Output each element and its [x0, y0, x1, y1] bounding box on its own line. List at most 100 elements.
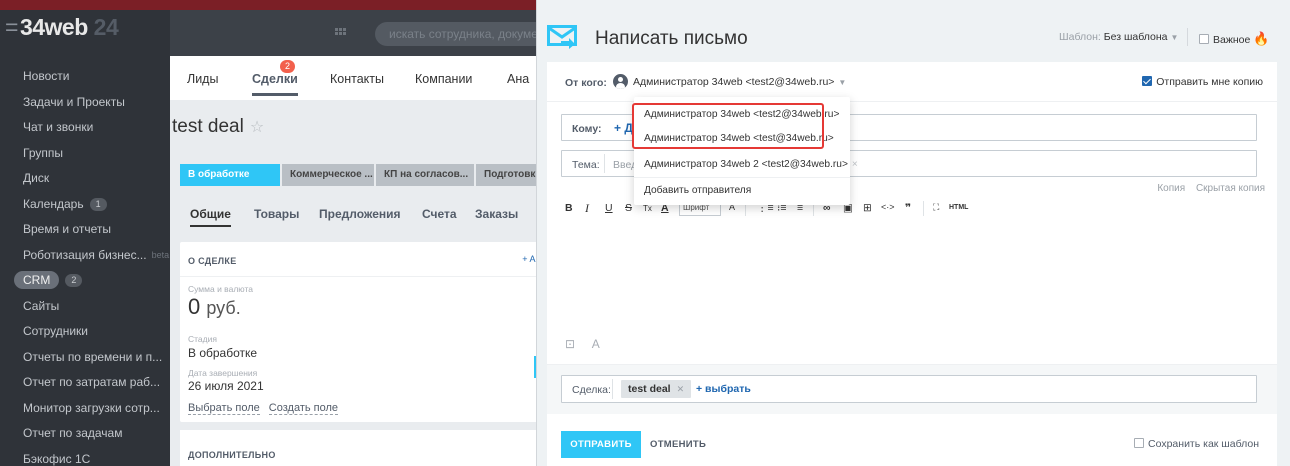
editor-bottom-icons: ⊡ A — [565, 337, 614, 351]
sidebar-item-groups[interactable]: Группы — [0, 141, 170, 167]
select-field-link[interactable]: Выбрать поле — [188, 402, 260, 415]
global-search-input[interactable]: искать сотрудника, документ, прочее... — [375, 22, 542, 46]
sidebar-nav: Новости Задачи и Проекты Чат и звонки Гр… — [0, 64, 170, 466]
highlight-frame — [632, 103, 824, 149]
sidebar-item-cost-report[interactable]: Отчет по затратам раб... — [0, 370, 170, 396]
crm-count-badge: 2 — [65, 274, 83, 288]
choose-link[interactable]: + выбрать — [696, 383, 751, 395]
stage-preparation[interactable]: Подготовк — [476, 164, 542, 186]
stage-proposal[interactable]: КП на согласов... — [376, 164, 474, 186]
save-template-checkbox-box[interactable] — [1134, 438, 1145, 448]
important-checkbox[interactable]: Важное 🔥 — [1199, 31, 1269, 47]
send-copy-checkbox-box[interactable] — [1142, 76, 1153, 86]
deal-sub-tabs: Общие Товары Предложения Счета Заказы — [170, 201, 542, 231]
attach-icon[interactable]: ⊡ — [565, 337, 575, 351]
logo[interactable]: =34web 24 — [5, 14, 119, 41]
sidebar-item-robotization[interactable]: Роботизация бизнес... beta — [0, 243, 170, 269]
top-header: искать сотрудника, документ, прочее... — [170, 0, 542, 56]
deals-count-badge: 2 — [280, 60, 296, 73]
top-stripe-mid — [170, 0, 542, 10]
fullscreen-icon[interactable]: ⛶ — [933, 202, 939, 213]
chip-remove-icon[interactable]: ✕ — [677, 384, 685, 394]
additional-card: ДОПОЛНИТЕЛЬНО — [180, 430, 542, 466]
subtab-products[interactable]: Товары — [254, 207, 299, 221]
form-footer: ОТПРАВИТЬ ОТМЕНИТЬ Сохранить как шаблон — [547, 414, 1277, 466]
deal-binding-label: Сделка: — [572, 384, 611, 396]
bcc-link[interactable]: Скрытая копия — [1196, 183, 1265, 194]
cancel-button[interactable]: ОТМЕНИТЬ — [650, 439, 706, 450]
formatting-icon[interactable]: A — [592, 337, 600, 351]
cc-link[interactable]: Копия — [1157, 183, 1185, 194]
deal-chip[interactable]: test deal ✕ — [621, 380, 692, 398]
html-mode-button[interactable]: HTML — [949, 204, 968, 211]
panel-title: Написать письмо — [595, 28, 748, 49]
sidebar-item-crm[interactable]: CRM 2 — [0, 268, 170, 294]
remove-sender-icon[interactable]: × — [852, 159, 858, 170]
send-button[interactable]: ОТПРАВИТЬ — [561, 431, 641, 458]
stage-label: Стадия — [188, 334, 217, 344]
italic-button[interactable]: I — [585, 201, 589, 216]
tab-deals[interactable]: Сделки 2 — [252, 60, 298, 96]
mail-icon — [547, 25, 577, 49]
sidebar-item-backoffice[interactable]: Бэкофис 1С — [0, 447, 170, 466]
quote-icon[interactable]: ❞ — [905, 202, 911, 214]
sender-option[interactable]: Администратор 34web 2 <test2@34web.ru> × — [644, 159, 858, 170]
send-copy-checkbox[interactable]: Отправить мне копию — [1142, 76, 1263, 88]
remove-format-icon[interactable]: Tx — [643, 204, 652, 213]
table-icon[interactable]: ⊞ — [863, 202, 872, 214]
amount-label: Сумма и валюта — [188, 284, 253, 294]
compose-mail-panel: Написать письмо Шаблон: Без шаблона ▼ Важ… — [536, 0, 1290, 466]
add-sender-option[interactable]: Добавить отправителя — [644, 185, 751, 196]
sidebar-item-time[interactable]: Время и отчеты — [0, 217, 170, 243]
header-separator — [1187, 28, 1188, 46]
sidebar-item-sites[interactable]: Сайты — [0, 294, 170, 320]
from-selector[interactable]: Администратор 34web <test2@34web.ru> ▼ — [633, 76, 846, 88]
sidebar-item-disk[interactable]: Диск — [0, 166, 170, 192]
subtab-general[interactable]: Общие — [190, 207, 231, 227]
grid-icon[interactable] — [335, 28, 347, 38]
create-field-link[interactable]: Создать поле — [268, 402, 339, 415]
sidebar-item-news[interactable]: Новости — [0, 64, 170, 90]
sidebar-item-chat[interactable]: Чат и звонки — [0, 115, 170, 141]
subject-label: Тема: — [572, 159, 600, 171]
sidebar-item-load-monitor[interactable]: Монитор загрузки сотр... — [0, 396, 170, 422]
tab-companies[interactable]: Компании — [415, 72, 472, 86]
deal-title: test deal ☆ — [172, 116, 265, 137]
save-template-checkbox[interactable]: Сохранить как шаблон — [1134, 438, 1259, 450]
code-icon[interactable]: <·> — [881, 202, 895, 212]
bold-button[interactable]: B — [565, 202, 573, 214]
toolbar-separator — [923, 201, 924, 216]
dropdown-separator — [634, 177, 850, 178]
template-select[interactable]: Шаблон: Без шаблона ▼ — [1059, 31, 1178, 43]
sidebar-item-time-reports[interactable]: Отчеты по времени и п... — [0, 345, 170, 371]
sidebar-item-employees[interactable]: Сотрудники — [0, 319, 170, 345]
sidebar-item-task-report[interactable]: Отчет по задачам — [0, 421, 170, 447]
add-recipient-link[interactable]: + Д — [614, 121, 633, 135]
star-icon[interactable]: ☆ — [250, 119, 264, 136]
tab-analytics[interactable]: Ана — [507, 72, 529, 86]
sidebar-item-calendar[interactable]: Календарь 1 — [0, 192, 170, 218]
about-separator — [180, 276, 542, 277]
deal-binding-field[interactable]: Сделка: test deal ✕ + выбрать — [561, 375, 1257, 403]
stage-commercial[interactable]: Коммерческое ... — [282, 164, 374, 186]
from-label: От кого: — [565, 77, 607, 89]
important-checkbox-box[interactable] — [1199, 34, 1209, 44]
calendar-count-badge: 1 — [89, 197, 107, 211]
sender-dropdown: Администратор 34web <test2@34web.ru> Адм… — [632, 97, 858, 205]
stage-processing[interactable]: В обработке — [180, 164, 280, 186]
strike-button[interactable]: S — [625, 202, 632, 214]
tab-contacts[interactable]: Контакты — [330, 72, 384, 86]
top-stripe — [0, 0, 170, 10]
close-date-label: Дата завершения — [188, 368, 258, 378]
crm-area: искать сотрудника, документ, прочее... Л… — [170, 0, 542, 466]
sidebar-item-tasks[interactable]: Задачи и Проекты — [0, 90, 170, 116]
tab-leads[interactable]: Лиды — [187, 72, 218, 86]
underline-button[interactable]: U — [605, 202, 613, 214]
chevron-down-icon: ▼ — [1170, 33, 1179, 42]
amount-value: 0 руб. — [188, 294, 241, 319]
to-label: Кому: — [572, 123, 602, 135]
field-links: Выбрать поле Создать поле — [188, 402, 344, 415]
subtab-orders[interactable]: Заказы — [475, 207, 518, 221]
subtab-invoices[interactable]: Счета — [422, 207, 457, 221]
subtab-offers[interactable]: Предложения — [319, 207, 401, 221]
